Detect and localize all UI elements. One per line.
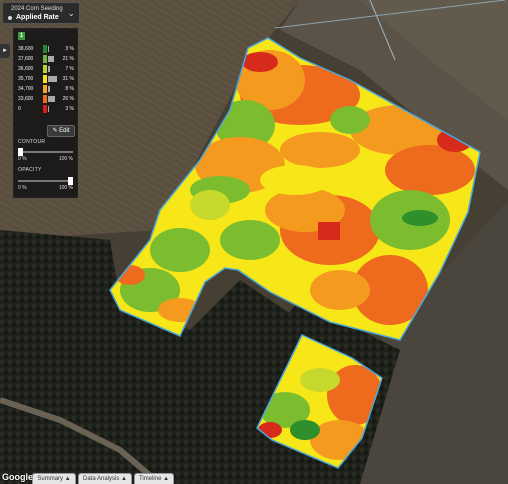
opacity-slider-handle[interactable] <box>68 177 73 185</box>
legend-value: 37,600 <box>18 56 34 62</box>
legend-percent: 3 % <box>65 46 74 52</box>
legend-share-bar <box>48 76 57 82</box>
legend-row: 36,600 7 % <box>16 65 76 73</box>
legend-row: 34,700 8 % <box>16 85 76 93</box>
legend-share-bar <box>48 86 50 92</box>
contour-range: 0 % 100 % <box>18 156 73 162</box>
layer-selector[interactable]: 2024 Corn Seeding Applied Rate ⌄ <box>2 2 80 24</box>
opacity-min: 0 % <box>18 185 27 191</box>
opacity-max: 100 % <box>58 185 73 191</box>
legend-panel: 1 38,600 3 % 37,600 21 % 36,600 7 % 35,700 31 %… <box>13 28 78 198</box>
legend-row: 37,600 21 % <box>16 55 76 63</box>
legend-value: 0 <box>18 106 21 112</box>
legend-value: 36,600 <box>18 66 34 72</box>
legend-row: 33,600 26 % <box>16 95 76 103</box>
footer-bar: Google Summary ▲ Data Analysis ▲ Timelin… <box>0 470 508 484</box>
layer-title: 2024 Corn Seeding <box>11 6 63 12</box>
legend-share-bar <box>48 96 55 102</box>
legend-row: 38,600 3 % <box>16 45 76 53</box>
layer-subtitle: Applied Rate <box>16 14 59 21</box>
seed-icon <box>8 16 12 20</box>
legend-share-bar <box>48 46 49 52</box>
tab-summary[interactable]: Summary ▲ <box>32 473 76 484</box>
legend-swatch <box>43 105 47 113</box>
opacity-label: OPACITY <box>18 167 42 173</box>
legend-percent: 26 % <box>62 96 74 102</box>
tab-data-analysis[interactable]: Data Analysis ▲ <box>78 473 132 484</box>
legend-swatch <box>43 45 47 53</box>
legend-value: 34,700 <box>18 86 34 92</box>
legend-share-bar <box>48 106 49 112</box>
legend-percent: 31 % <box>62 76 74 82</box>
contour-min: 0 % <box>18 156 27 162</box>
contour-max: 100 % <box>58 156 73 162</box>
opacity-slider[interactable] <box>18 177 73 185</box>
legend-swatch <box>43 85 47 93</box>
legend-percent: 21 % <box>62 56 74 62</box>
legend-value: 38,600 <box>18 46 34 52</box>
contour-slider-handle[interactable] <box>18 148 23 156</box>
legend-swatch <box>43 55 47 63</box>
google-logo: Google <box>2 472 33 482</box>
legend-swatch <box>43 95 47 103</box>
legend-share-bar <box>48 56 54 62</box>
legend-share-bar <box>48 66 50 72</box>
tab-timeline[interactable]: Timeline ▲ <box>134 473 174 484</box>
legend-percent: 3 % <box>65 106 74 112</box>
edit-button[interactable]: ✎ Edit <box>47 125 75 137</box>
legend-swatch <box>43 75 47 83</box>
legend-swatch <box>43 65 47 73</box>
pencil-icon: ✎ <box>52 128 58 134</box>
contour-slider[interactable] <box>18 148 73 156</box>
legend-row: 35,700 31 % <box>16 75 76 83</box>
legend-value: 33,600 <box>18 96 34 102</box>
edit-label: Edit <box>59 128 70 134</box>
legend-value: 35,700 <box>18 76 34 82</box>
legend-percent: 8 % <box>65 86 74 92</box>
chevron-down-icon[interactable]: ⌄ <box>67 8 75 19</box>
legend-percent: 7 % <box>65 66 74 72</box>
contour-label: CONTOUR <box>18 139 46 145</box>
opacity-range: 0 % 100 % <box>18 185 73 191</box>
collapse-arrow-icon[interactable]: ▸ <box>0 44 10 58</box>
layer-number-badge: 1 <box>18 32 25 40</box>
legend-row: 0 3 % <box>16 105 76 113</box>
